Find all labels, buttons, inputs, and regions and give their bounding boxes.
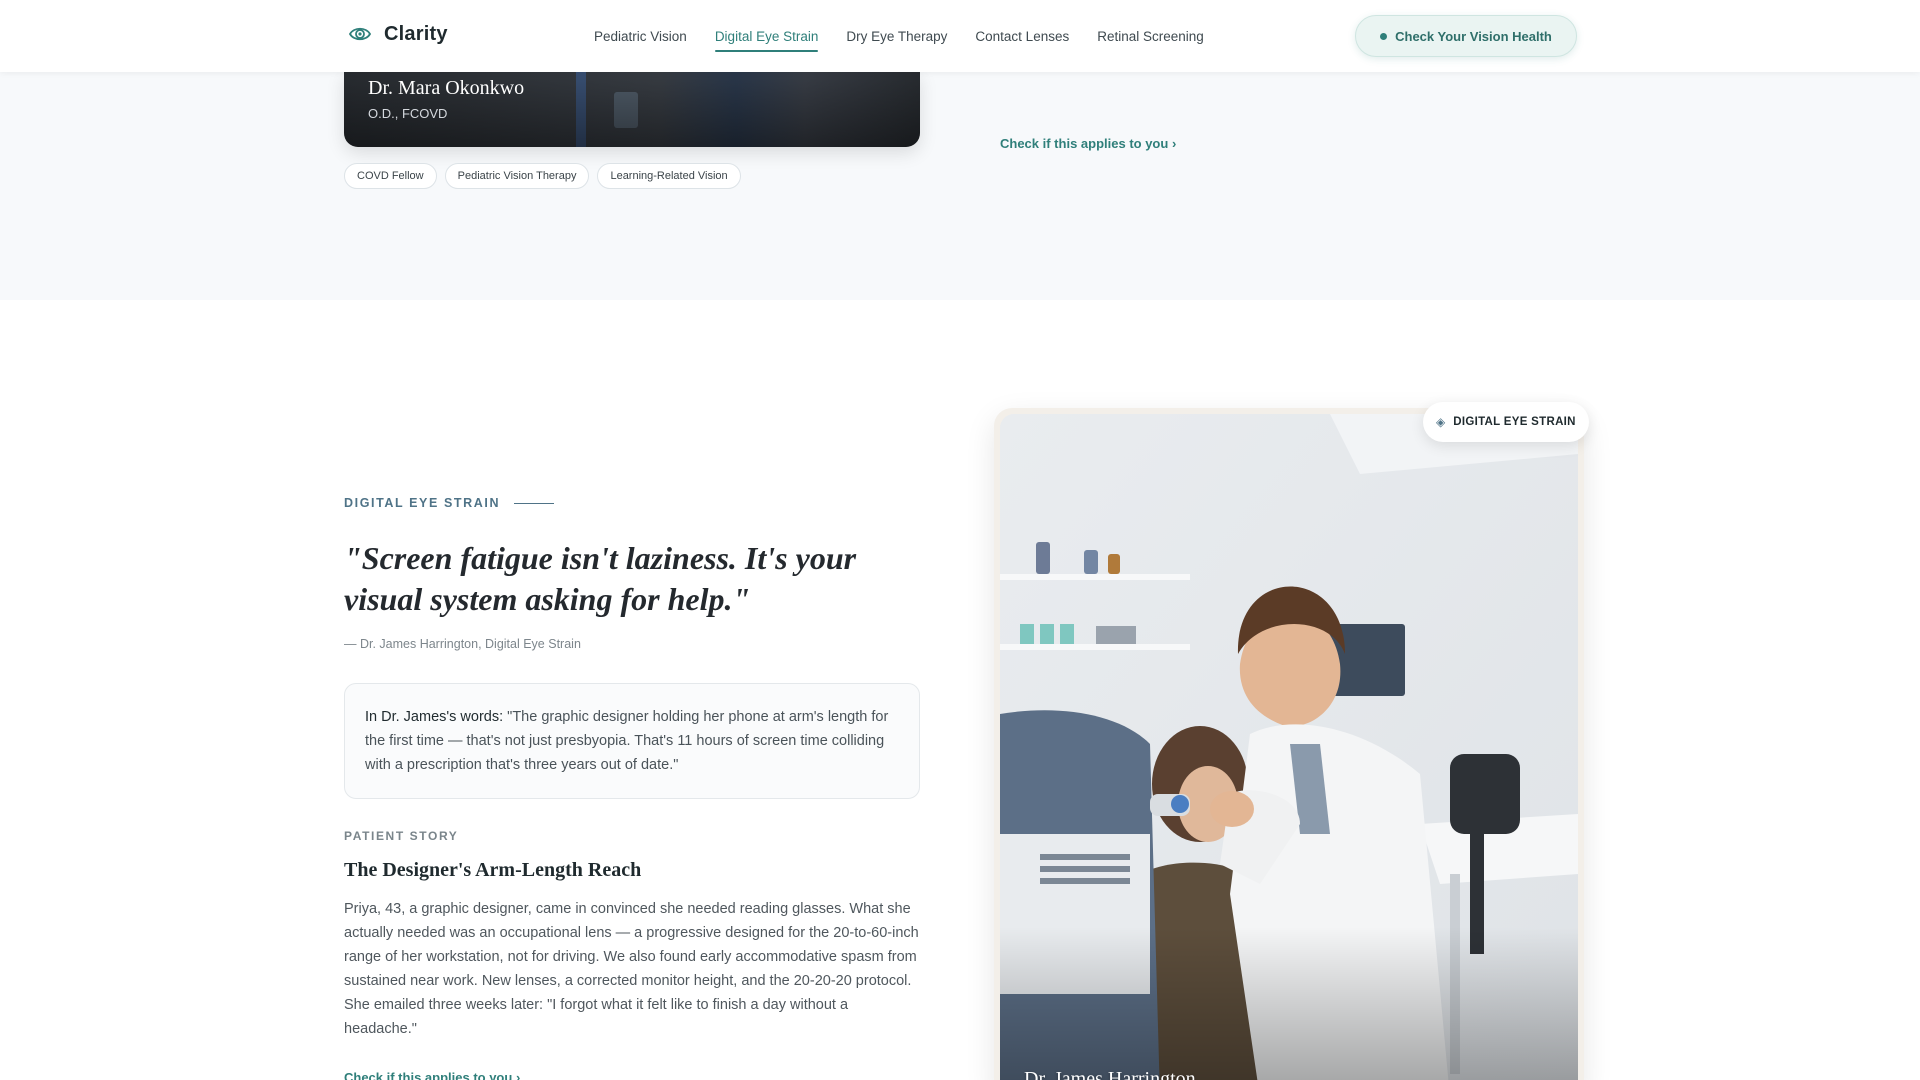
category-badge: ◈ DIGITAL EYE STRAIN <box>1423 402 1589 442</box>
chevron-right-icon: › <box>1171 136 1177 151</box>
chevron-right-icon: › <box>515 1070 521 1080</box>
brand[interactable]: Clarity <box>348 22 448 46</box>
eyebrow-divider <box>514 502 555 504</box>
tag-learning-related-vision: Learning-Related Vision <box>597 163 741 189</box>
check-applies-link[interactable]: Check if this applies to you › <box>1000 136 1176 151</box>
exam-scene-illustration <box>1000 414 1578 1080</box>
doctor-photo-frame: Dr. James Harrington <box>994 408 1584 1080</box>
cta-label: Check Your Vision Health <box>1395 28 1552 44</box>
tag-covd-fellow: COVD Fellow <box>344 163 437 189</box>
section-eyebrow: DIGITAL EYE STRAIN <box>344 496 555 510</box>
link-label: Check if this applies to you <box>344 1070 513 1080</box>
doctor-words-lead: In Dr. James's words: <box>365 709 504 725</box>
nav-retinal-screening[interactable]: Retinal Screening <box>1097 23 1204 50</box>
nav-digital-eye-strain[interactable]: Digital Eye Strain <box>714 23 818 52</box>
main-nav: Pediatric Vision Digital Eye Strain Dry … <box>594 0 1204 72</box>
eyebrow-text: DIGITAL EYE STRAIN <box>344 496 501 510</box>
doctor-photo: Dr. James Harrington <box>1000 414 1578 1080</box>
eye-logo-icon <box>348 27 372 41</box>
doctor-name: Dr. Mara Okonkwo <box>368 77 525 99</box>
patient-story-eyebrow: PATIENT STORY <box>344 829 459 843</box>
photo-caption: Dr. James Harrington <box>1024 1068 1196 1080</box>
patient-story-title: The Designer's Arm-Length Reach <box>344 859 642 881</box>
specialty-tags: COVD Fellow Pediatric Vision Therapy Lea… <box>344 163 741 189</box>
previous-doctor-section: Dr. Mara Okonkwo O.D., FCOVD COVD Fellow… <box>0 72 1920 300</box>
status-dot-icon <box>1380 32 1388 40</box>
tag-pediatric-vision-therapy: Pediatric Vision Therapy <box>444 163 590 189</box>
check-vision-health-button[interactable]: Check Your Vision Health <box>1355 15 1577 57</box>
diamond-icon: ◈ <box>1436 415 1446 429</box>
doctor-words-box: In Dr. James's words: "The graphic desig… <box>344 683 920 799</box>
category-badge-label: DIGITAL EYE STRAIN <box>1453 416 1576 428</box>
doctor-credentials: O.D., FCOVD <box>368 106 448 121</box>
check-applies-link[interactable]: Check if this applies to you › <box>344 1070 520 1080</box>
pull-quote: "Screen fatigue isn't laziness. It's you… <box>344 540 857 617</box>
patient-story-body: Priya, 43, a graphic designer, came in c… <box>344 901 919 1037</box>
nav-pediatric-vision[interactable]: Pediatric Vision <box>594 23 687 50</box>
brand-name: Clarity <box>384 22 448 45</box>
doctor-words: In Dr. James's words: "The graphic desig… <box>365 705 899 777</box>
nav-contact-lenses[interactable]: Contact Lenses <box>975 23 1069 50</box>
link-label: Check if this applies to you <box>1000 136 1169 151</box>
quote-attribution: — Dr. James Harrington, Digital Eye Stra… <box>344 637 581 651</box>
nav-dry-eye-therapy[interactable]: Dry Eye Therapy <box>846 23 947 50</box>
doctor-photo-card: Dr. Mara Okonkwo O.D., FCOVD <box>344 72 920 147</box>
site-header: Clarity Pediatric Vision Digital Eye Str… <box>0 0 1920 72</box>
